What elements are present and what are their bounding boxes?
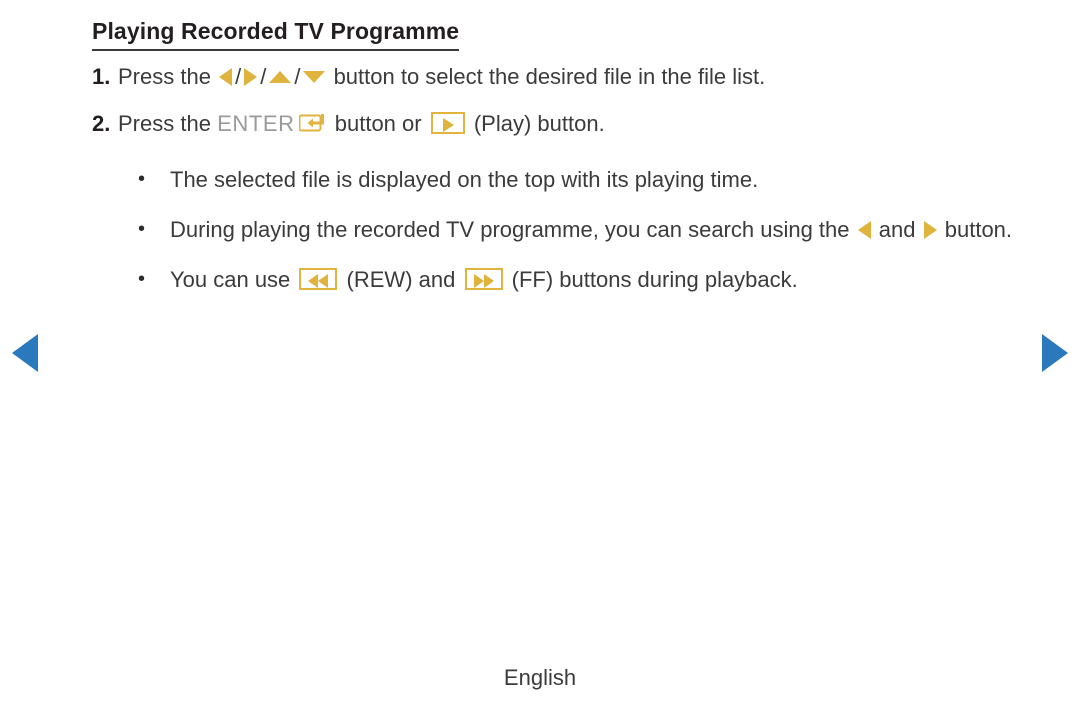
footer-language-label: English	[503, 665, 577, 690]
bullet-text: You can use (REW) and (FF) buttons durin…	[170, 260, 1032, 299]
step-text: Press the ENTER button or (Play) button.	[118, 109, 1032, 139]
up-arrow-icon	[269, 71, 292, 84]
bullet-marker: •	[138, 168, 146, 190]
list-item: • You can use (REW) and (FF) buttons dur…	[132, 260, 1032, 299]
icon-separator: /	[294, 64, 301, 89]
rewind-triangles	[308, 274, 329, 289]
right-arrow-icon	[244, 68, 258, 87]
enter-label: ENTER	[217, 111, 295, 136]
bullet-text-middle: and	[418, 267, 456, 292]
bullet-list: • The selected file is displayed on the …	[132, 160, 1032, 310]
down-arrow-icon	[303, 71, 326, 84]
icon-separator: /	[260, 64, 267, 89]
steps-list: 1. Press the / / / button to select the de…	[92, 62, 1032, 156]
enter-key-icon	[298, 112, 327, 134]
fast-forward-button-icon	[464, 268, 503, 291]
icon-separator: /	[235, 64, 242, 89]
left-arrow-icon	[857, 221, 871, 240]
step-text-before: Press the	[118, 64, 211, 89]
fast-forward-triangles	[473, 274, 494, 289]
list-item: • During playing the recorded TV program…	[132, 210, 1032, 249]
step-text-after: button to select the desired file in the…	[333, 64, 766, 89]
step-text-before: Press the	[118, 111, 211, 136]
bullet-marker: •	[138, 268, 146, 290]
bullet-text-after: button.	[944, 217, 1013, 242]
bullet-text-after: buttons during playback.	[559, 267, 798, 292]
bullet-text: During playing the recorded TV programme…	[170, 210, 1032, 249]
page-title: Playing Recorded TV Programme	[92, 18, 460, 51]
bullet-text-before: During playing the recorded TV programme…	[170, 217, 850, 242]
step-item-2: 2. Press the ENTER button or (Play) butt…	[92, 109, 1032, 139]
step-text-middle: button or	[334, 111, 422, 136]
step-text-after: (Play) button.	[473, 111, 605, 136]
left-arrow-icon	[219, 68, 233, 87]
list-item: • The selected file is displayed on the …	[132, 160, 1032, 199]
bullet-text-middle: and	[878, 217, 916, 242]
ff-label: (FF)	[511, 267, 554, 292]
step-item-1: 1. Press the / / / button to select the de…	[92, 62, 1032, 92]
step-number: 1.	[92, 64, 111, 89]
play-triangle	[443, 118, 455, 133]
bullet-text-before: You can use	[170, 267, 291, 292]
nav-next-arrow-icon[interactable]	[1042, 334, 1068, 372]
rewind-button-icon	[299, 268, 338, 291]
play-button-icon	[430, 112, 465, 135]
step-number: 2.	[92, 111, 111, 136]
rew-label: (REW)	[346, 267, 413, 292]
bullet-text: The selected file is displayed on the to…	[170, 167, 759, 192]
step-text: Press the / / / button to select the desir…	[118, 62, 1032, 92]
nav-previous-arrow-icon[interactable]	[12, 334, 38, 372]
bullet-marker: •	[138, 218, 146, 240]
right-arrow-icon	[923, 221, 937, 240]
